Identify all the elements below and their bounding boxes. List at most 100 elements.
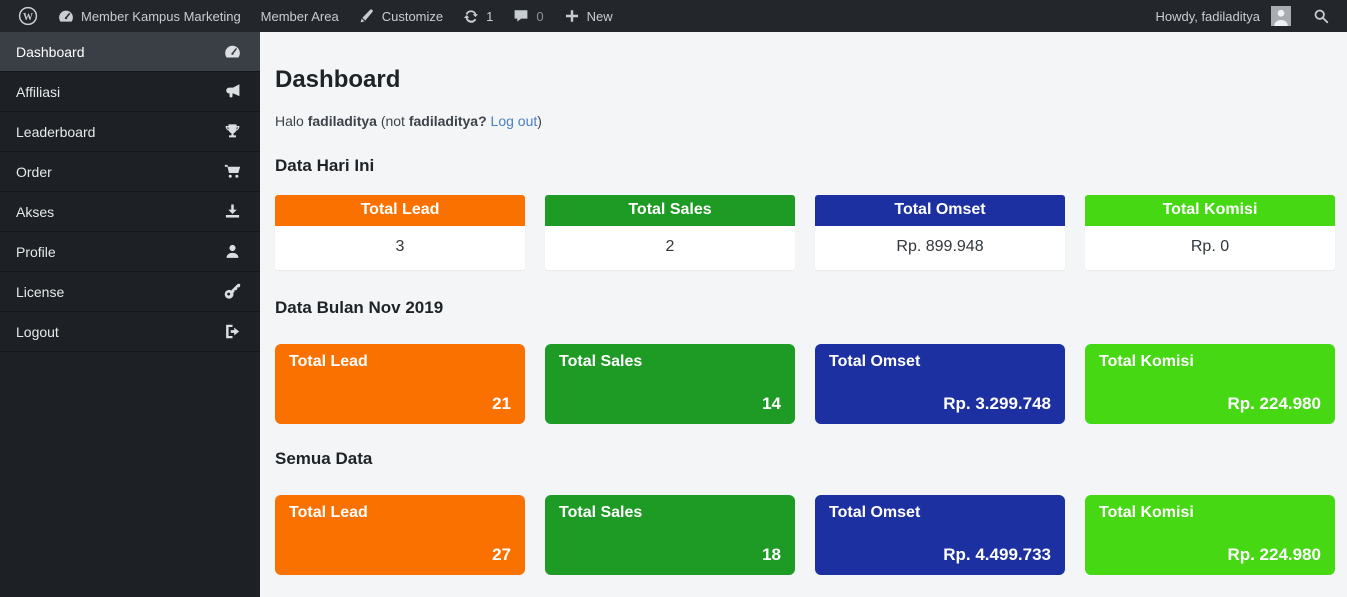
sidebar-item-leaderboard[interactable]: Leaderboard [0,112,260,152]
card-value: Rp. 3.299.748 [943,394,1051,414]
comments-count: 0 [536,9,543,24]
sidebar-item-profile[interactable]: Profile [0,232,260,272]
member-area-link[interactable]: Member Area [251,0,349,32]
card-value: Rp. 0 [1085,226,1335,270]
sidebar-item-dashboard[interactable]: Dashboard [0,32,260,72]
card-value: 18 [762,545,781,565]
greeting-username-2: fadiladitya? [409,113,487,129]
wordpress-menu[interactable]: W [8,0,48,32]
updates-icon [463,8,479,24]
section-heading: Data Bulan Nov 2019 [275,298,1335,318]
site-name-link[interactable]: Member Kampus Marketing [48,0,251,32]
sidebar-item-label: Leaderboard [16,124,95,140]
card-label: Total Sales [559,504,781,522]
card-total-lead: Total Lead3 [275,195,525,270]
sidebar-item-order[interactable]: Order [0,152,260,192]
card-label: Total Sales [545,195,795,226]
sidebar-item-akses[interactable]: Akses [0,192,260,232]
comments-link[interactable]: 0 [503,0,553,32]
card-value: Rp. 224.980 [1227,545,1321,565]
sidebar: Dashboard Affiliasi Leaderboard Order Akses P… [0,32,260,597]
card-value: 2 [545,226,795,270]
card-value: Rp. 899.948 [815,226,1065,270]
key-icon [224,283,241,300]
customize-link[interactable]: Customize [349,0,453,32]
sidebar-item-label: Profile [16,244,56,260]
section-heading: Data Hari Ini [275,156,1335,176]
card-total-komisi: Total Komisi Rp. 224.980 [1085,495,1335,575]
card-total-omset: Total OmsetRp. 899.948 [815,195,1065,270]
user-icon [224,243,241,260]
card-label: Total Omset [829,353,1051,371]
updates-count: 1 [486,9,493,24]
card-label: Total Sales [559,353,781,371]
site-name: Member Kampus Marketing [81,9,241,24]
sidebar-item-label: Akses [16,204,54,220]
admin-bar: W Member Kampus Marketing Member Area Cu… [0,0,1347,32]
sidebar-item-label: License [16,284,64,300]
card-value: 27 [492,545,511,565]
stats-sections: Data Hari IniTotal Lead3Total Sales2Tota… [275,156,1335,575]
card-label: Total Komisi [1085,195,1335,226]
cart-icon [224,163,241,180]
card-total-omset: Total Omset Rp. 3.299.748 [815,344,1065,424]
sidebar-item-affiliasi[interactable]: Affiliasi [0,72,260,112]
card-label: Total Omset [829,504,1051,522]
signout-icon [224,323,241,340]
my-account-link[interactable]: Howdy, fadiladitya [1145,0,1301,32]
section-data-bulan-nov-2019: Data Bulan Nov 2019Total Lead21Total Sal… [275,298,1335,424]
new-content-link[interactable]: New [554,0,623,32]
card-value: Rp. 4.499.733 [943,545,1051,565]
page-title: Dashboard [275,66,1335,95]
sidebar-item-logout[interactable]: Logout [0,312,260,352]
card-total-sales: Total Sales 14 [545,344,795,424]
admin-bar-right: Howdy, fadiladitya [1145,0,1347,32]
card-total-lead: Total Lead21 [275,344,525,424]
card-total-omset: Total Omset Rp. 4.499.733 [815,495,1065,575]
trophy-icon [224,123,241,140]
cards-grid: Total Lead3 Total Sales2 Total OmsetRp. 89… [275,195,1335,270]
page: W Member Kampus Marketing Member Area Cu… [0,0,1347,597]
avatar [1271,6,1291,26]
brush-icon [359,8,375,24]
card-label: Total Komisi [1099,504,1321,522]
updates-link[interactable]: 1 [453,0,503,32]
cards-grid: Total Lead 27 Total Sales 18 Total Omset Rp. … [275,495,1335,575]
admin-bar-left: W Member Kampus Marketing Member Area Cu… [0,0,623,32]
card-label: Total Lead [289,353,511,371]
card-value: 14 [762,394,781,414]
card-total-sales: Total Sales 18 [545,495,795,575]
plus-icon [564,8,580,24]
main-content: Dashboard Halo fadiladitya (not fadiladi… [260,32,1347,597]
sidebar-item-label: Logout [16,324,59,340]
search-icon [1313,8,1329,24]
gauge-icon [224,43,241,60]
howdy-text: Howdy, fadiladitya [1155,9,1264,24]
section-data-hari-ini: Data Hari IniTotal Lead3Total Sales2Tota… [275,156,1335,270]
card-label: Total Komisi [1099,353,1321,371]
card-total-sales: Total Sales2 [545,195,795,270]
wordpress-logo-icon: W [18,6,38,26]
sidebar-item-label: Affiliasi [16,84,60,100]
cards-grid: Total Lead21 Total Sales 14 Total Omset Rp. … [275,344,1335,424]
search-button[interactable] [1301,0,1337,32]
card-total-komisi: Total KomisiRp. 0 [1085,195,1335,270]
download-icon [224,203,241,220]
card-total-komisi: Total Komisi Rp. 224.980 [1085,344,1335,424]
card-value: Rp. 224.980 [1227,394,1321,414]
card-value: 3 [275,226,525,270]
card-label: Total Lead [289,504,511,522]
section-heading: Semua Data [275,449,1335,469]
gauge-icon [58,8,74,24]
card-label: Total Lead [275,195,525,226]
svg-text:W: W [23,12,33,23]
logout-link[interactable]: Log out [491,113,538,129]
sidebar-item-label: Dashboard [16,44,85,60]
greeting-username: fadiladitya [308,113,377,129]
sidebar-item-license[interactable]: License [0,272,260,312]
section-semua-data: Semua DataTotal Lead27Total Sales18Total… [275,449,1335,575]
bullhorn-icon [224,83,241,100]
card-label: Total Omset [815,195,1065,226]
card-total-lead: Total Lead 27 [275,495,525,575]
comments-icon [513,8,529,24]
